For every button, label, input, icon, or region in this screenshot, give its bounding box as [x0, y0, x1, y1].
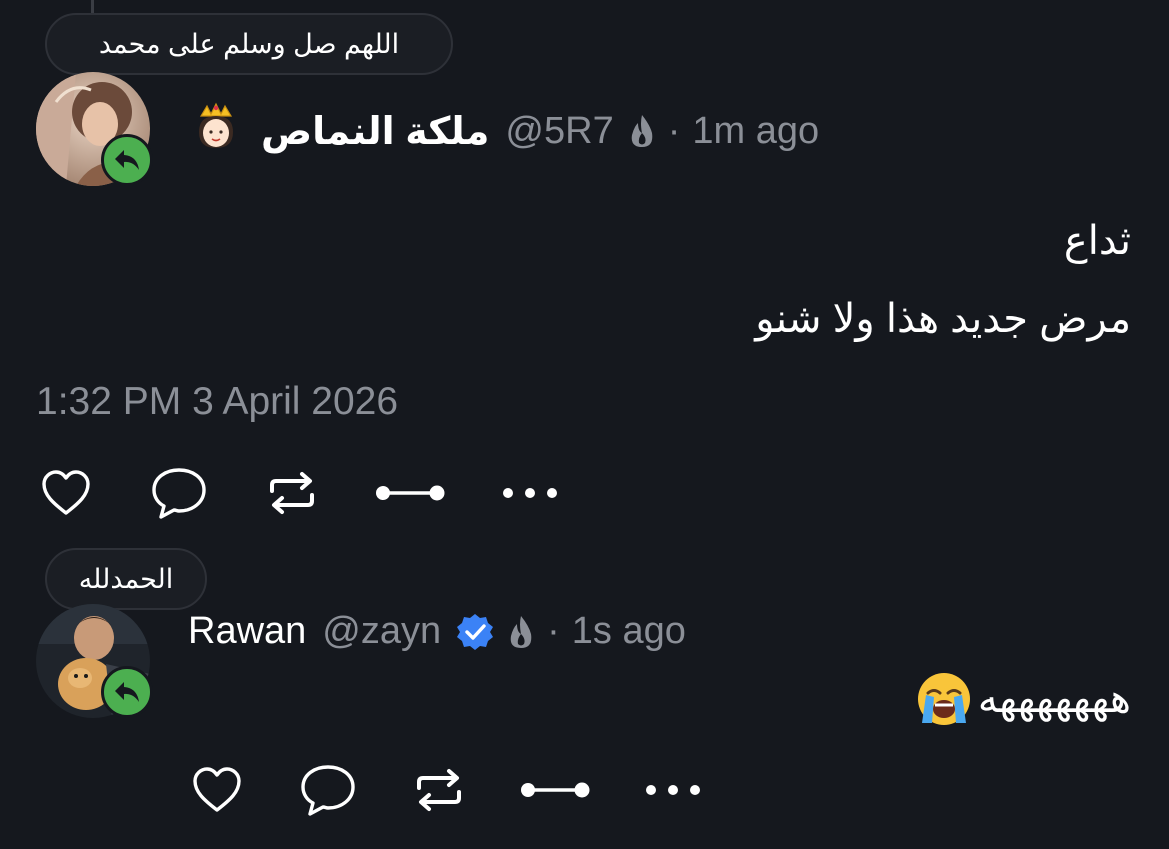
status-bubble: الحمدلله [45, 548, 207, 610]
heart-icon [193, 767, 241, 812]
reply-button[interactable] [149, 463, 209, 523]
feed-screen: اللهم صل وسلم على محمد ملكة النماص @5R7 … [0, 0, 1169, 849]
repost-icon [417, 769, 461, 811]
reply-badge [101, 666, 153, 718]
link-icon [376, 485, 445, 501]
more-dots-icon [646, 785, 700, 795]
post-line-2: مرض جديد هذا ولا شنو [755, 297, 1131, 341]
status-bubble-text: اللهم صل وسلم على محمد [98, 28, 400, 59]
more-button[interactable] [643, 760, 703, 820]
author-name[interactable]: ملكة النماص [261, 109, 489, 154]
like-button[interactable] [187, 760, 247, 820]
reply-arrow-icon [115, 150, 139, 170]
action-bar [36, 463, 560, 523]
reply-arrow-icon [115, 682, 139, 702]
verified-badge-icon [455, 612, 495, 652]
post-header: ملكة النماص @5R7 · 1m ago [193, 102, 819, 160]
post-header: Rawan @zayn · 1s ago [188, 610, 686, 653]
time-ago: 1s ago [571, 610, 686, 652]
comment-icon [152, 468, 206, 519]
repost-button[interactable] [262, 463, 322, 523]
author-name[interactable]: Rawan [188, 610, 306, 653]
link-button[interactable] [375, 463, 447, 523]
fire-icon [507, 614, 535, 650]
action-bar [187, 760, 703, 820]
author-handle[interactable]: @zayn [322, 610, 441, 653]
crown-princess-emoji [193, 102, 239, 160]
reply-badge [101, 134, 153, 186]
status-bubble: اللهم صل وسلم على محمد [45, 13, 453, 75]
like-button[interactable] [36, 463, 96, 523]
post-body: ثداع مرض جديد هذا ولا شنو [755, 202, 1131, 358]
fire-icon [628, 113, 656, 149]
post-line-1: ثداع [1063, 219, 1131, 263]
repost-icon [270, 472, 314, 514]
link-icon [521, 782, 590, 798]
link-button[interactable] [520, 760, 592, 820]
heart-icon [42, 470, 90, 515]
post-body: هههههههه [916, 660, 1131, 738]
post-line-1: هههههههه [977, 677, 1131, 721]
loudly-crying-face-emoji [916, 671, 972, 727]
repost-button[interactable] [409, 760, 469, 820]
more-dots-icon [503, 488, 557, 498]
more-button[interactable] [500, 463, 560, 523]
post-timestamp: 1:32 PM 3 April 2026 [36, 380, 399, 423]
status-bubble-text: الحمدلله [78, 563, 174, 594]
time-ago: 1m ago [692, 109, 820, 152]
separator-dot: · [547, 610, 560, 652]
comment-icon [301, 765, 355, 816]
thread-line [91, 0, 94, 14]
reply-button[interactable] [298, 760, 358, 820]
separator-dot: · [667, 109, 681, 152]
author-handle[interactable]: @5R7 [505, 110, 613, 153]
